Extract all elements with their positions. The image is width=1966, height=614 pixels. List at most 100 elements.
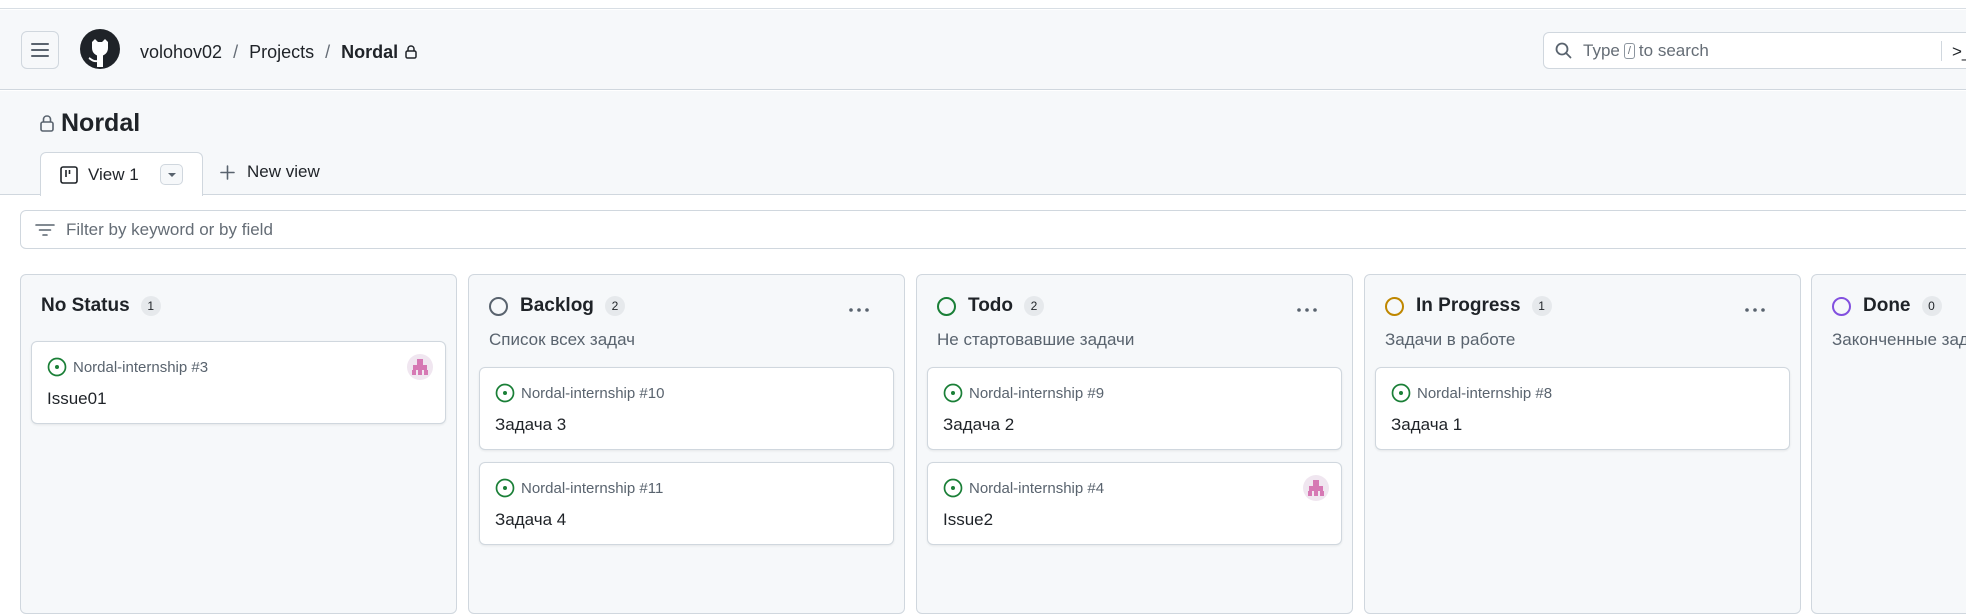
menu-button[interactable] xyxy=(21,31,59,69)
issue-reference-text[interactable]: Nordal-internship #8 xyxy=(1417,385,1552,402)
board-view-icon xyxy=(60,165,78,184)
status-circle-icon xyxy=(1385,296,1404,316)
issue-title[interactable]: Issue2 xyxy=(943,510,993,530)
column-header: Backlog 2 xyxy=(489,295,625,317)
column-title: No Status xyxy=(41,295,130,316)
triangle-down-icon xyxy=(167,172,176,177)
search-shortcut-key: / xyxy=(1623,42,1635,59)
board: No Status 1 Nordal-internship #3 Issue01 xyxy=(0,274,1966,614)
issue-card[interactable]: Nordal-internship #8 Задача 1 xyxy=(1375,367,1790,450)
status-circle-icon xyxy=(937,296,956,316)
filter-placeholder: Filter by keyword or by field xyxy=(66,219,273,239)
column-more-options-button[interactable] xyxy=(849,296,869,317)
column-backlog: Backlog 2 Список всех задач Nordal-inter… xyxy=(468,274,905,614)
kebab-horizontal-icon xyxy=(1297,308,1317,312)
issue-reference-text[interactable]: Nordal-internship #9 xyxy=(969,385,1104,402)
column-todo: Todo 2 Не стартовавшие задачи Nordal-int… xyxy=(916,274,1353,614)
column-count-badge: 1 xyxy=(140,296,161,316)
column-header: Todo 2 xyxy=(937,295,1045,317)
command-palette-button[interactable]: >_ xyxy=(1952,42,1966,62)
issue-reference: Nordal-internship #3 xyxy=(47,357,208,377)
column-in-progress: In Progress 1 Задачи в работе Nordal-int… xyxy=(1364,274,1801,614)
column-header: Done 0 xyxy=(1832,295,1942,317)
column-count-badge: 0 xyxy=(1921,296,1942,316)
breadcrumb-project[interactable]: Nordal xyxy=(341,42,398,63)
new-view-label: New view xyxy=(247,162,320,181)
column-description: Не стартовавшие задачи xyxy=(937,330,1135,349)
breadcrumb-owner[interactable]: volohov02 xyxy=(140,42,222,63)
issue-card[interactable]: Nordal-internship #10 Задача 3 xyxy=(479,367,894,450)
issue-opened-icon xyxy=(495,383,515,403)
view-options-dropdown[interactable] xyxy=(160,164,183,185)
column-more-options-button[interactable] xyxy=(1745,296,1765,317)
issue-opened-icon xyxy=(943,383,963,403)
issue-card[interactable]: Nordal-internship #9 Задача 2 xyxy=(927,367,1342,450)
avatar[interactable] xyxy=(407,354,433,380)
issue-card[interactable]: Nordal-internship #11 Задача 4 xyxy=(479,462,894,545)
lock-icon xyxy=(40,115,54,132)
issue-reference-text[interactable]: Nordal-internship #11 xyxy=(521,480,663,497)
column-title: Todo xyxy=(968,295,1014,316)
tab-view-1[interactable]: View 1 xyxy=(40,152,203,196)
column-description: Задачи в работе xyxy=(1385,330,1516,349)
column-header: In Progress 1 xyxy=(1385,295,1552,317)
column-done: Done 0 Законченные задачи xyxy=(1811,274,1966,614)
issue-title[interactable]: Issue01 xyxy=(47,389,107,409)
column-no-status: No Status 1 Nordal-internship #3 Issue01 xyxy=(20,274,457,614)
issue-opened-icon xyxy=(47,357,67,377)
issue-card[interactable]: Nordal-internship #3 Issue01 xyxy=(31,341,446,424)
kebab-horizontal-icon xyxy=(849,308,869,312)
column-description: Законченные задачи xyxy=(1832,330,1966,349)
breadcrumb-separator: / xyxy=(233,41,239,62)
kebab-horizontal-icon xyxy=(1745,308,1765,312)
column-count-badge: 1 xyxy=(1531,296,1552,316)
filter-icon xyxy=(35,223,55,237)
issue-title[interactable]: Задача 1 xyxy=(1391,415,1462,435)
search-divider xyxy=(1941,41,1942,61)
issue-reference-text[interactable]: Nordal-internship #10 xyxy=(521,385,664,402)
top-strip xyxy=(0,0,1966,9)
search-icon xyxy=(1555,42,1572,59)
lock-icon xyxy=(405,45,417,59)
column-more-options-button[interactable] xyxy=(1297,296,1317,317)
issue-reference: Nordal-internship #10 xyxy=(495,383,664,403)
column-header: No Status 1 xyxy=(41,295,161,317)
search-placeholder-prefix: Type xyxy=(1583,40,1620,60)
breadcrumb-projects[interactable]: Projects xyxy=(249,42,314,63)
issue-opened-icon xyxy=(943,478,963,498)
issue-opened-icon xyxy=(495,478,515,498)
plus-icon xyxy=(220,164,235,180)
issue-title[interactable]: Задача 2 xyxy=(943,415,1014,435)
issue-reference: Nordal-internship #9 xyxy=(943,383,1104,403)
issue-opened-icon xyxy=(1391,383,1411,403)
new-view-button[interactable]: New view xyxy=(220,162,320,182)
search-input[interactable]: Type / to search >_ xyxy=(1543,32,1966,69)
project-header: Nordal View 1 New view xyxy=(0,91,1966,196)
page-title: Nordal xyxy=(40,109,140,138)
issue-title[interactable]: Задача 3 xyxy=(495,415,566,435)
avatar[interactable] xyxy=(1303,475,1329,501)
hamburger-icon xyxy=(31,43,49,57)
issue-title[interactable]: Задача 4 xyxy=(495,510,566,530)
status-circle-icon xyxy=(489,296,508,316)
filter-input[interactable]: Filter by keyword or by field xyxy=(20,210,1966,249)
issue-reference: Nordal-internship #11 xyxy=(495,478,663,498)
search-placeholder-suffix: to search xyxy=(1638,40,1709,60)
issue-card[interactable]: Nordal-internship #4 Issue2 xyxy=(927,462,1342,545)
global-header: volohov02 / Projects / Nordal Type / to … xyxy=(0,10,1966,90)
status-circle-icon xyxy=(1832,296,1851,316)
issue-reference-text[interactable]: Nordal-internship #3 xyxy=(73,359,208,376)
issue-reference-text[interactable]: Nordal-internship #4 xyxy=(969,480,1104,497)
column-title: Backlog xyxy=(520,295,594,316)
column-count-badge: 2 xyxy=(1024,296,1045,316)
issue-reference: Nordal-internship #4 xyxy=(943,478,1104,498)
breadcrumb: volohov02 / Projects / Nordal xyxy=(140,40,417,64)
issue-reference: Nordal-internship #8 xyxy=(1391,383,1552,403)
column-title: Done xyxy=(1863,295,1911,316)
column-title: In Progress xyxy=(1416,295,1521,316)
column-count-badge: 2 xyxy=(604,296,625,316)
tab-view-1-label: View 1 xyxy=(88,164,139,184)
project-title-text: Nordal xyxy=(61,109,141,137)
github-logo[interactable] xyxy=(79,28,121,70)
column-description: Список всех задач xyxy=(489,330,636,349)
